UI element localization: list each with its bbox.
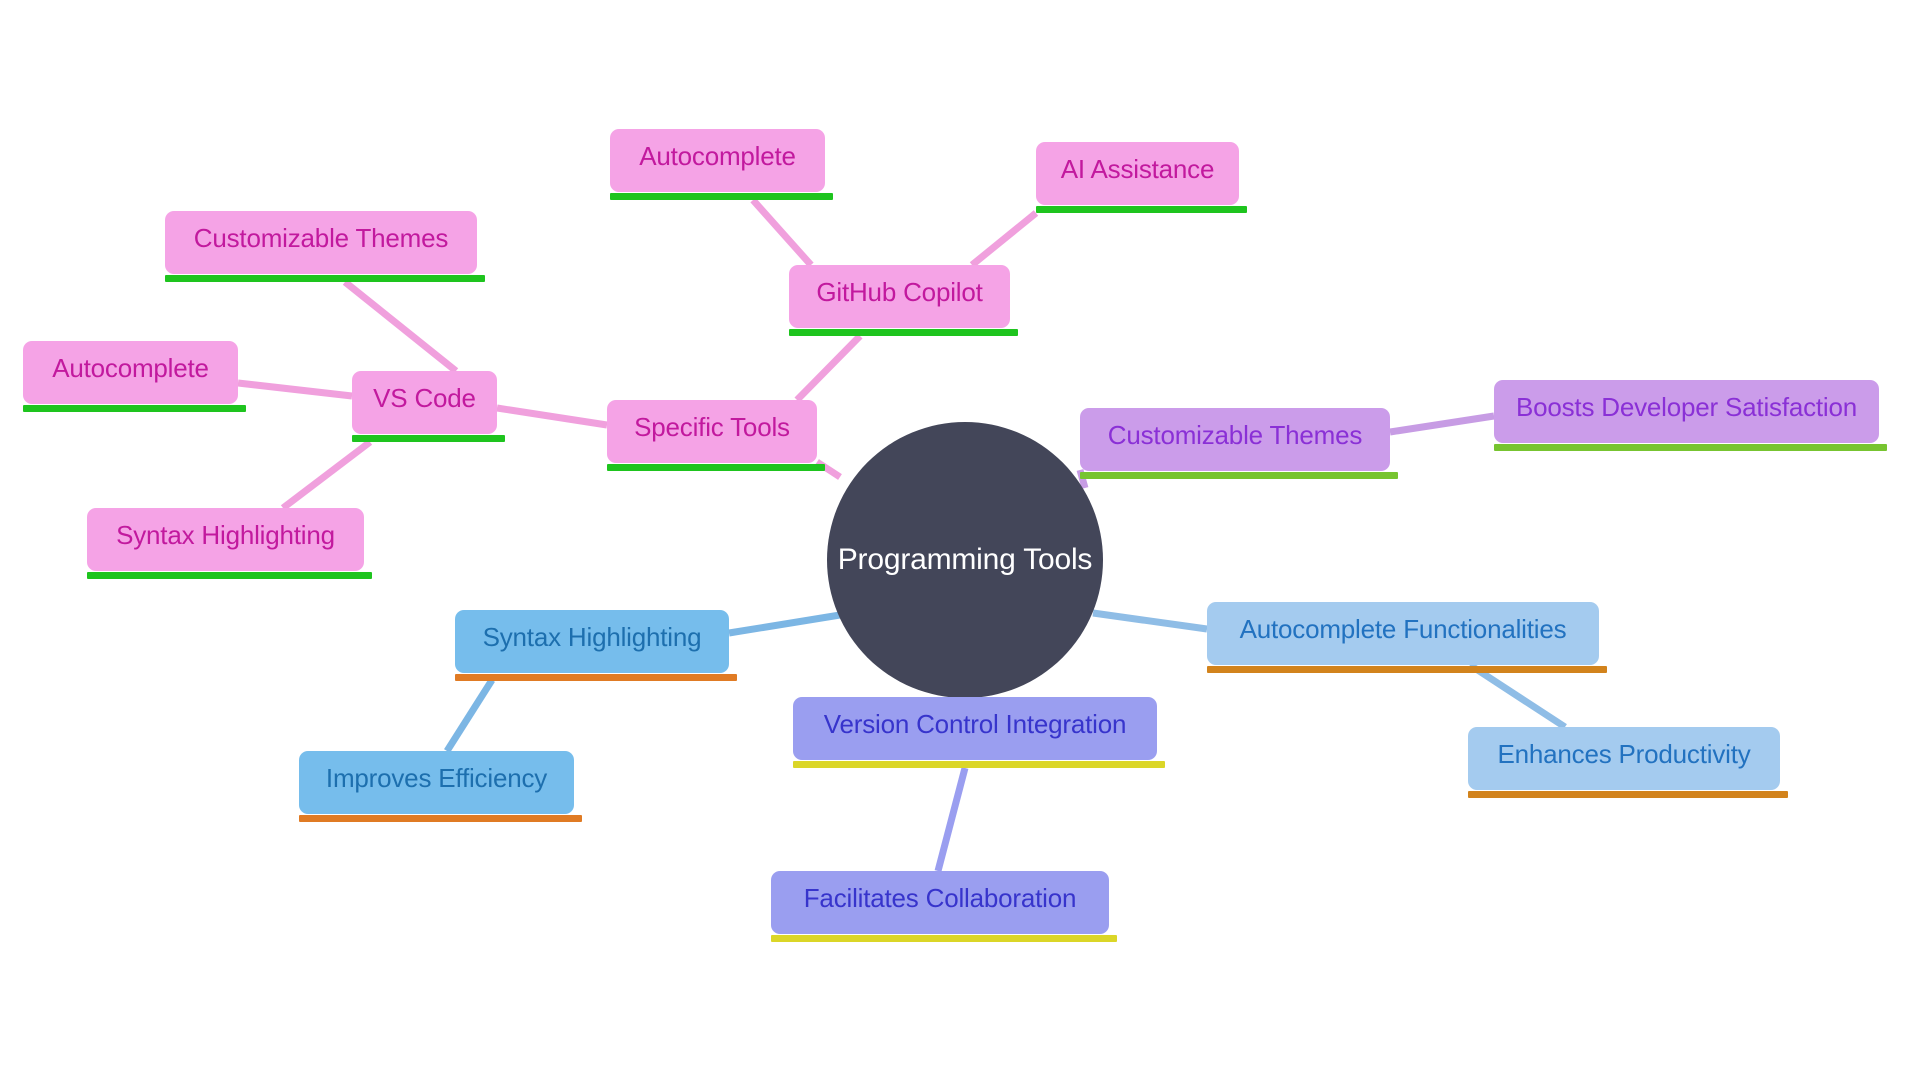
node-label-syntax-highlighting: Syntax Highlighting (482, 622, 702, 652)
node-label-copilot-autocomplete: Autocomplete (639, 141, 796, 171)
edge-syntax-highlighting-to-improves-efficiency (444, 678, 495, 753)
edge-github-copilot-to-copilot-ai-assistance (969, 210, 1039, 268)
edge-version-control-integration-to-facilitates-collaboration (934, 767, 969, 872)
node-label-specific-tools: Specific Tools (634, 412, 790, 442)
node-label-vs-code: VS Code (373, 383, 476, 413)
node-vs-syntax-highlighting[interactable]: Syntax Highlighting (87, 508, 372, 579)
edge-root-to-autocomplete-functionalities (1092, 609, 1208, 633)
edge-vs-code-to-vs-autocomplete (237, 379, 353, 400)
edge-autocomplete-functionalities-to-enhances-productivity (1468, 662, 1567, 730)
mindmap-canvas: Programming Tools Specific Tools VS Code Au… (0, 0, 1920, 1080)
node-label-boosts-developer-satisfaction: Boosts Developer Satisfaction (1515, 392, 1858, 422)
node-vs-code[interactable]: VS Code (352, 371, 505, 442)
node-vs-autocomplete[interactable]: Autocomplete (23, 341, 246, 412)
root-node-root[interactable]: Programming Tools (827, 422, 1103, 698)
node-vs-customizable-themes[interactable]: Customizable Themes (165, 211, 485, 282)
edge-customizable-themes-to-boosts-developer-satisfaction (1389, 412, 1495, 436)
node-label-vs-syntax-highlighting: Syntax Highlighting (116, 520, 335, 550)
node-label-version-control-integration: Version Control Integration (823, 709, 1127, 739)
node-github-copilot[interactable]: GitHub Copilot (789, 265, 1018, 336)
node-label-vs-autocomplete: Autocomplete (52, 353, 209, 383)
node-specific-tools[interactable]: Specific Tools (607, 400, 825, 471)
node-label-facilitates-collaboration: Facilitates Collaboration (803, 883, 1077, 913)
edge-root-to-syntax-highlighting (728, 611, 841, 637)
edge-github-copilot-to-copilot-autocomplete (750, 197, 814, 268)
node-syntax-highlighting[interactable]: Syntax Highlighting (455, 610, 737, 681)
edge-vs-code-to-vs-customizable-themes (342, 279, 459, 374)
node-label-customizable-themes: Customizable Themes (1107, 420, 1363, 450)
node-label-github-copilot: GitHub Copilot (816, 277, 983, 307)
node-improves-efficiency[interactable]: Improves Efficiency (299, 751, 582, 822)
root-node-label: Programming Tools (837, 543, 1093, 576)
edge-specific-tools-to-github-copilot (794, 333, 863, 403)
node-label-autocomplete-functionalities: Autocomplete Functionalities (1239, 614, 1567, 644)
node-customizable-themes[interactable]: Customizable Themes (1080, 408, 1398, 479)
node-autocomplete-functionalities[interactable]: Autocomplete Functionalities (1207, 602, 1607, 673)
node-copilot-autocomplete[interactable]: Autocomplete (610, 129, 833, 200)
node-label-copilot-ai-assistance: AI Assistance (1060, 154, 1215, 184)
node-label-improves-efficiency: Improves Efficiency (325, 763, 548, 793)
node-boosts-developer-satisfaction[interactable]: Boosts Developer Satisfaction (1494, 380, 1887, 451)
node-copilot-ai-assistance[interactable]: AI Assistance (1036, 142, 1247, 213)
edge-vs-code-to-vs-syntax-highlighting (280, 439, 373, 511)
edge-specific-tools-to-vs-code (496, 404, 608, 429)
node-label-vs-customizable-themes: Customizable Themes (193, 223, 449, 253)
node-label-enhances-productivity: Enhances Productivity (1497, 739, 1751, 769)
node-enhances-productivity[interactable]: Enhances Productivity (1468, 727, 1788, 798)
node-version-control-integration[interactable]: Version Control Integration (793, 697, 1165, 768)
node-facilitates-collaboration[interactable]: Facilitates Collaboration (771, 871, 1117, 942)
